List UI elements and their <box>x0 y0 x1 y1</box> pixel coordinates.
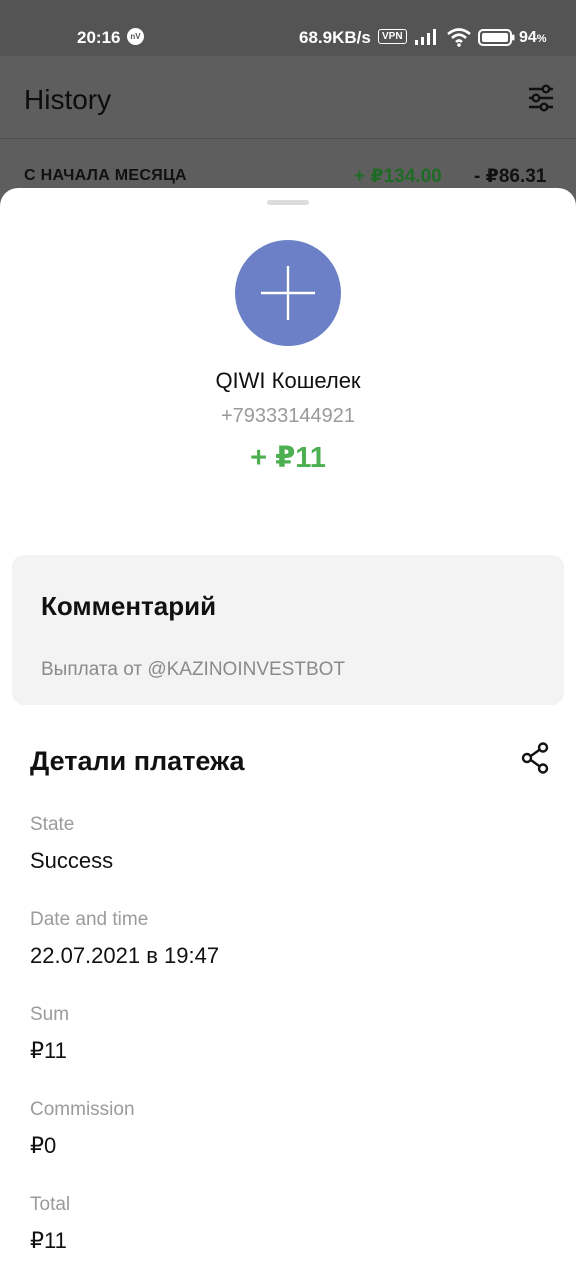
comment-card: Комментарий Выплата от @KAZINOINVESTBOT <box>12 555 564 705</box>
datetime-value: 22.07.2021 в 19:47 <box>30 943 220 968</box>
wifi-icon <box>447 28 471 47</box>
commission-value: ₽0 <box>30 1133 57 1158</box>
sum-value: ₽11 <box>30 1038 67 1063</box>
total-value: ₽11 <box>30 1228 67 1253</box>
battery-percent: 94% <box>519 29 547 46</box>
share-icon[interactable] <box>519 741 551 775</box>
avatar <box>235 240 341 346</box>
vpn-icon: VPN <box>378 29 407 44</box>
status-time: 20:16 <box>77 28 121 47</box>
summary-label: С НАЧАЛА МЕСЯЦА <box>24 167 187 184</box>
battery-icon <box>478 29 515 46</box>
comment-text: Выплата от @KAZINOINVESTBOT <box>41 659 346 680</box>
page-title: History <box>24 84 112 115</box>
sum-label: Sum <box>30 1004 70 1025</box>
state-value: Success <box>30 848 114 873</box>
merchant-name: QIWI Кошелек <box>215 368 361 393</box>
drag-handle[interactable] <box>267 200 309 205</box>
app-bar: History <box>0 56 576 139</box>
merchant-phone: +79333144921 <box>220 405 356 427</box>
datetime-label: Date and time <box>30 909 149 930</box>
total-label: Total <box>30 1194 71 1215</box>
comment-title: Комментарий <box>41 591 217 621</box>
commission-label: Commission <box>30 1099 135 1120</box>
signal-icon <box>415 29 436 45</box>
transaction-bottom-sheet: QIWI Кошелек +79333144921 + ₽11 Коммента… <box>0 188 576 1280</box>
summary-expense: - ₽86.31 <box>474 166 547 187</box>
plus-icon <box>261 266 315 320</box>
network-speed: 68.9KB/s <box>299 28 371 47</box>
state-label: State <box>30 814 75 835</box>
notification-app-icon: nV <box>127 28 144 45</box>
status-bar: 20:16 nV 68.9KB/s VPN 94% <box>0 0 576 56</box>
sliders-icon[interactable] <box>526 83 556 113</box>
summary-income: + ₽134.00 <box>354 166 442 187</box>
transaction-amount: + ₽11 <box>250 442 326 474</box>
details-title: Детали платежа <box>30 746 245 776</box>
